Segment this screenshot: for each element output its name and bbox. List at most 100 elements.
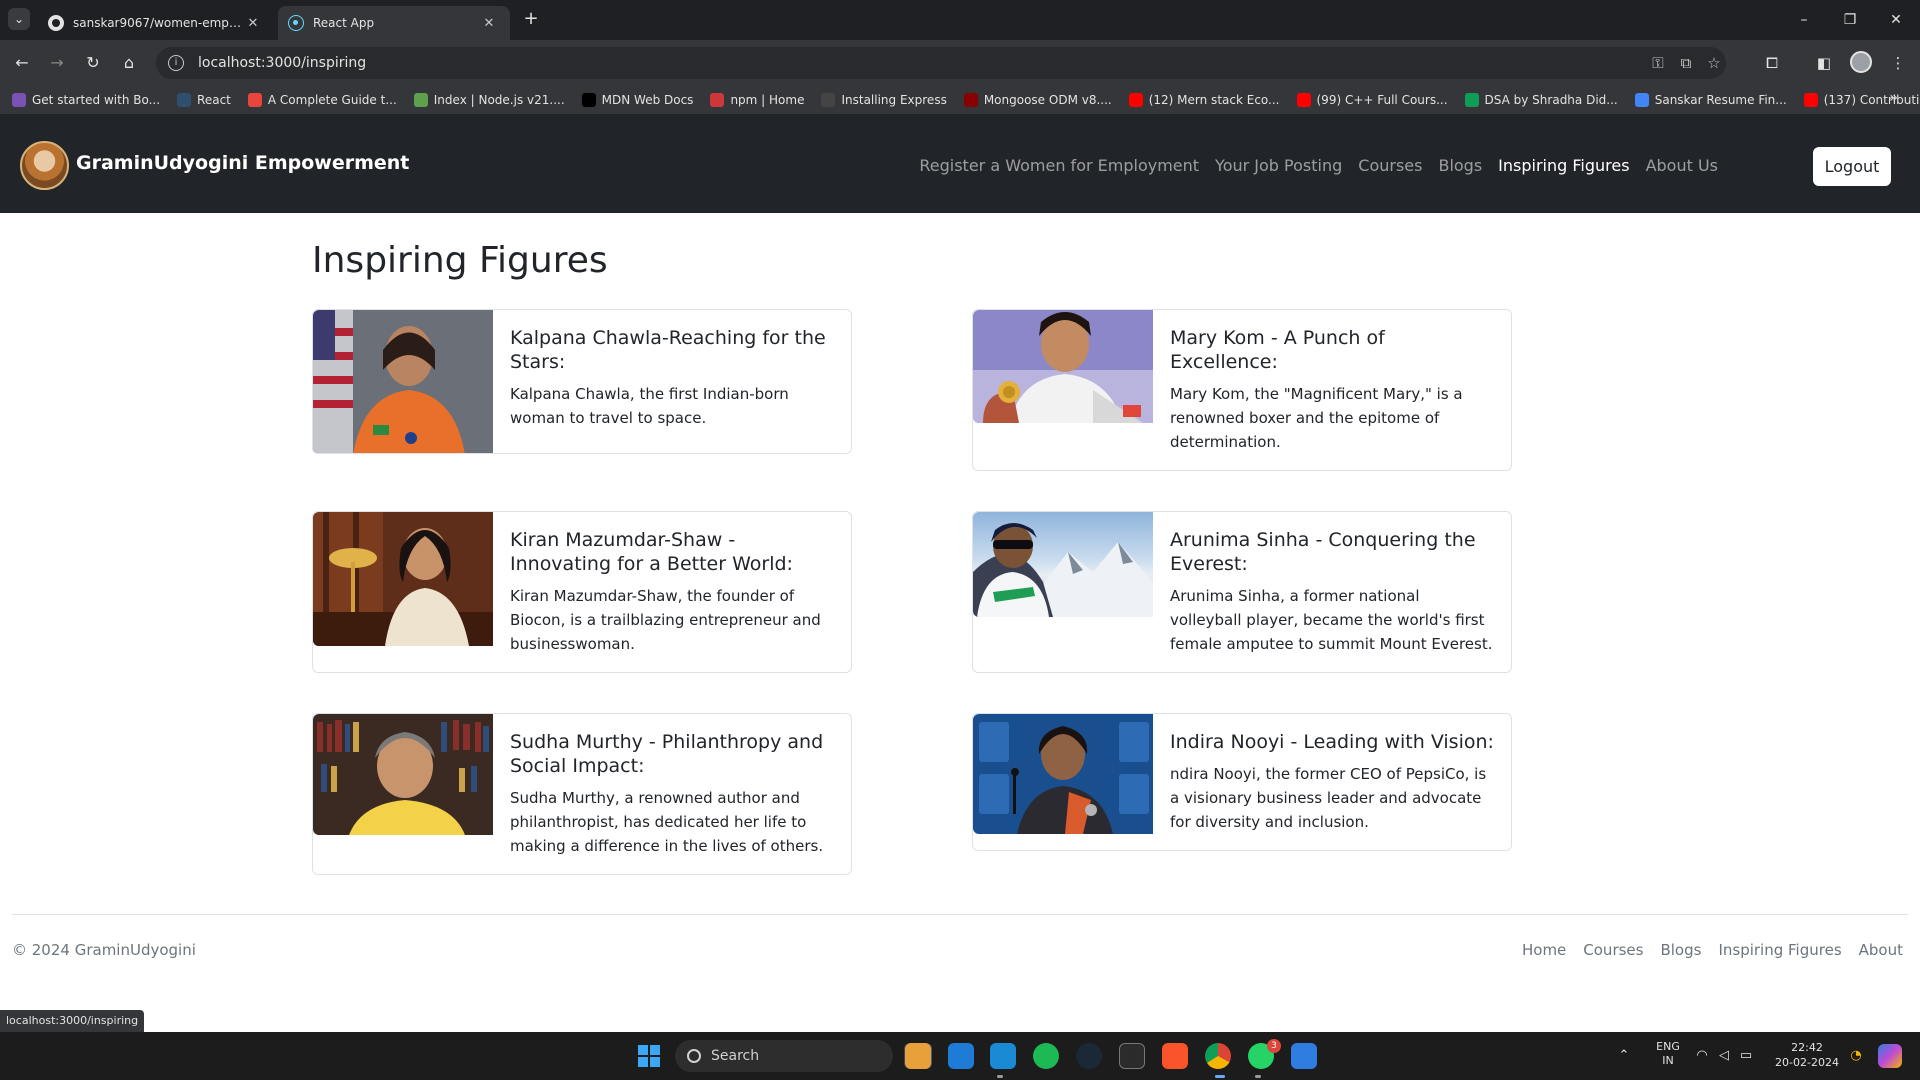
figure-card[interactable]: Arunima Sinha - Conquering the Everest: … xyxy=(972,511,1512,673)
footer-copyright: © 2024 GraminUdyogini xyxy=(12,941,196,959)
bookmark-item[interactable]: MDN Web Docs xyxy=(581,93,694,107)
figure-photo xyxy=(313,512,493,646)
bookmark-item[interactable]: npm | Home xyxy=(710,93,804,107)
site-info-icon[interactable]: i xyxy=(168,55,184,71)
bookmark-item[interactable]: A Complete Guide t... xyxy=(247,93,397,107)
battery-icon[interactable]: ▭ xyxy=(1736,1032,1756,1080)
vscode-icon[interactable] xyxy=(990,1043,1016,1069)
nav-link[interactable]: Your Job Posting xyxy=(1215,156,1342,175)
footer-links: Home Courses Blogs Inspiring Figures About xyxy=(1505,941,1903,959)
minimize-icon[interactable]: – xyxy=(1781,0,1827,40)
bookmark-item[interactable]: (99) C++ Full Cours... xyxy=(1296,93,1448,107)
address-url: localhost:3000/inspiring xyxy=(198,55,367,71)
volume-icon[interactable]: ◁ xyxy=(1714,1032,1734,1080)
steam-icon[interactable] xyxy=(1076,1043,1102,1069)
forward-arrow-icon[interactable]: → xyxy=(44,50,70,76)
bookmark-item[interactable]: (12) Mern stack Eco... xyxy=(1128,93,1280,107)
figure-photo xyxy=(313,714,493,835)
footer-link[interactable]: Blogs xyxy=(1660,941,1701,959)
brave-icon[interactable] xyxy=(1162,1043,1188,1069)
figure-card[interactable]: Sudha Murthy - Philanthropy and Social I… xyxy=(312,713,852,875)
windows-start-icon[interactable] xyxy=(638,1045,660,1067)
figure-card[interactable]: Mary Kom - A Punch of Excellence: Mary K… xyxy=(972,309,1512,471)
figure-card[interactable]: Kalpana Chawla-Reaching for the Stars: K… xyxy=(312,309,852,454)
footer-link[interactable]: Home xyxy=(1522,941,1566,959)
spotify-icon[interactable] xyxy=(1033,1043,1059,1069)
bookmark-item[interactable]: Sanskar Resume Fin... xyxy=(1634,93,1787,107)
close-window-icon[interactable]: ✕ xyxy=(1873,0,1919,40)
bookmark-favicon-icon xyxy=(12,93,26,107)
back-arrow-icon[interactable]: ← xyxy=(9,50,35,76)
profile-avatar[interactable] xyxy=(1850,51,1872,73)
bookmark-item[interactable]: Index | Node.js v21.... xyxy=(413,93,565,107)
bookmark-item[interactable]: Mongoose ODM v8.... xyxy=(963,93,1112,107)
nav-link[interactable]: Courses xyxy=(1358,156,1422,175)
bookmark-star-icon[interactable]: ☆ xyxy=(1704,53,1724,73)
bookmark-favicon-icon xyxy=(710,93,725,107)
clock[interactable]: 22:42 20-02-2024 xyxy=(1772,1040,1842,1080)
taskbar-search[interactable]: Search xyxy=(675,1040,893,1072)
new-tab-plus-icon[interactable]: + xyxy=(520,8,542,30)
home-icon[interactable]: ⌂ xyxy=(116,50,142,76)
close-tab-icon[interactable]: ✕ xyxy=(480,16,498,31)
figure-card-title: Arunima Sinha - Conquering the Everest: xyxy=(1170,529,1476,575)
tab-search-chevron-icon[interactable]: ⌄ xyxy=(8,8,30,30)
file-explorer-icon[interactable] xyxy=(905,1043,931,1069)
menu-kebab-icon[interactable]: ⋮ xyxy=(1887,52,1909,74)
notification-bell-icon[interactable]: ◔ xyxy=(1846,1032,1866,1080)
bookmark-favicon-icon xyxy=(247,93,262,107)
figure-photo xyxy=(973,512,1153,617)
bookmark-label: (99) C++ Full Cours... xyxy=(1316,93,1448,107)
bookmark-item[interactable]: DSA by Shradha Did... xyxy=(1464,93,1618,107)
password-key-icon[interactable]: ⚿ xyxy=(1648,53,1668,73)
figure-card-text: Mary Kom, the "Magnificent Mary," is a r… xyxy=(1170,385,1463,451)
tab-title: React App xyxy=(313,16,375,30)
notion-icon[interactable] xyxy=(1119,1043,1145,1069)
reload-icon[interactable]: ↻ xyxy=(80,50,106,76)
bookmark-label: React xyxy=(197,93,231,107)
close-tab-icon[interactable]: ✕ xyxy=(244,16,262,31)
bookmark-item[interactable]: React xyxy=(177,93,231,107)
bookmark-item[interactable]: (137) Contributing t... xyxy=(1803,93,1920,107)
chrome-icon[interactable] xyxy=(1205,1043,1231,1069)
copilot-icon[interactable] xyxy=(1878,1044,1902,1068)
microsoft-store-icon[interactable] xyxy=(948,1043,974,1069)
bookmark-item[interactable]: Get started with Bo... xyxy=(12,93,160,107)
extensions-puzzle-icon[interactable]: ⧠ xyxy=(1761,52,1783,74)
footer-link[interactable]: About xyxy=(1859,941,1903,959)
tab-title: sanskar9067/women-empowerment xyxy=(73,16,244,30)
browser-tab-github[interactable]: sanskar9067/women-empowerment ✕ xyxy=(38,6,274,40)
bookmark-favicon-icon xyxy=(177,93,192,107)
bookmark-label: MDN Web Docs xyxy=(601,93,694,107)
wifi-icon[interactable]: ◠ xyxy=(1692,1032,1712,1080)
side-panel-icon[interactable]: ◧ xyxy=(1813,52,1835,74)
bookmark-favicon-icon xyxy=(413,93,428,107)
notepad-icon[interactable] xyxy=(1291,1043,1317,1069)
bookmark-item[interactable]: Installing Express xyxy=(821,93,947,107)
nav-link[interactable]: Inspiring Figures xyxy=(1498,156,1629,175)
tray-overflow-chevron-icon[interactable]: ⌃ xyxy=(1614,1032,1634,1080)
figure-card-title: Indira Nooyi - Leading with Vision: xyxy=(1170,731,1494,753)
browser-tab-react-app[interactable]: React App ✕ xyxy=(278,6,510,40)
language-indicator[interactable]: ENG IN xyxy=(1650,1040,1686,1080)
bookmark-label: (12) Mern stack Eco... xyxy=(1148,93,1280,107)
address-bar[interactable]: i localhost:3000/inspiring ⚿ ⧉ ☆ xyxy=(156,47,1726,79)
install-app-icon[interactable]: ⧉ xyxy=(1676,53,1696,73)
footer-link[interactable]: Courses xyxy=(1583,941,1643,959)
bookmark-favicon-icon xyxy=(963,93,978,107)
footer-link[interactable]: Inspiring Figures xyxy=(1718,941,1841,959)
nav-link[interactable]: About Us xyxy=(1646,156,1718,175)
bookmark-favicon-icon xyxy=(1464,93,1479,107)
bookmarks-overflow-icon[interactable]: » xyxy=(1889,90,1898,106)
figure-card[interactable]: Kiran Mazumdar-Shaw - Innovating for a B… xyxy=(312,511,852,673)
nav-link[interactable]: Blogs xyxy=(1438,156,1482,175)
restore-icon[interactable]: ❐ xyxy=(1827,0,1873,40)
bookmark-label: npm | Home xyxy=(730,93,805,107)
nav-link[interactable]: Register a Women for Employment xyxy=(919,156,1199,175)
brand-name[interactable]: GraminUdyogini Empowerment xyxy=(76,152,409,174)
figure-card[interactable]: Indira Nooyi - Leading with Vision: ndir… xyxy=(972,713,1512,851)
logout-button[interactable]: Logout xyxy=(1813,147,1891,186)
brand-logo[interactable] xyxy=(20,141,69,190)
bookmark-favicon-icon xyxy=(581,93,596,107)
bookmark-label: DSA by Shradha Did... xyxy=(1484,93,1618,107)
